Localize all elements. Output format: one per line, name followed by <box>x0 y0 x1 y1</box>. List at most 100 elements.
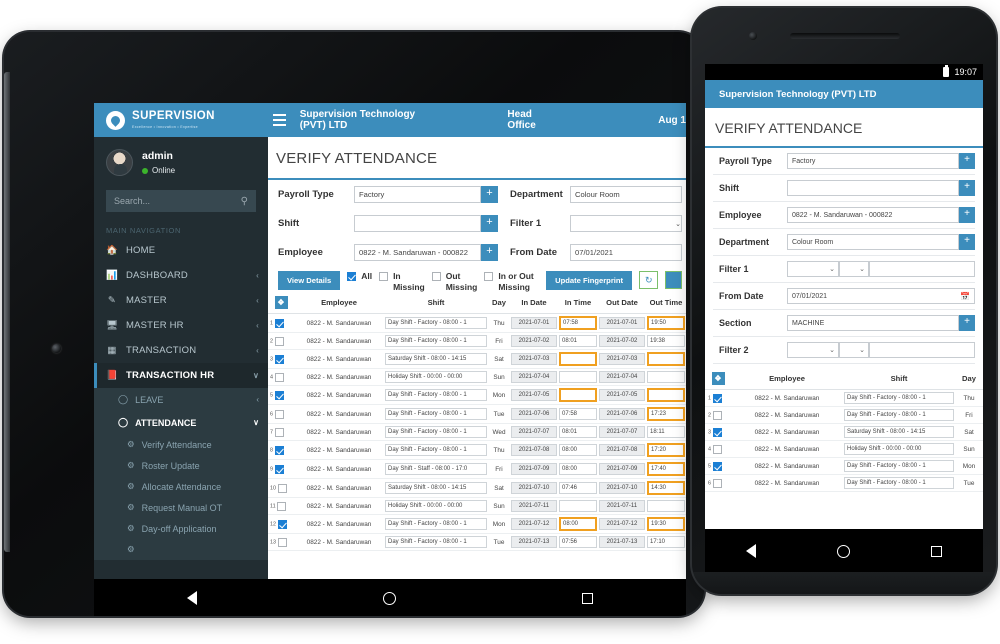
phone-shift-field[interactable]: Day Shift - Factory - 08:00 - 1 <box>844 409 954 421</box>
phone-row-checkbox[interactable] <box>712 428 722 437</box>
phone-field-input[interactable]: 0822 - M. Sandaruwan - 000822 <box>787 207 959 223</box>
row-select-cell[interactable]: 5 <box>268 385 294 406</box>
phone-field-input[interactable] <box>787 180 959 196</box>
phone-table-row[interactable]: 6 0822 - M. Sandaruwan Day Shift - Factor… <box>705 474 983 492</box>
shift-field[interactable]: Day Shift - Factory - 08:00 - 1 <box>385 389 487 402</box>
extra-action-button[interactable] <box>665 271 682 289</box>
sidebar-link-day-off-application[interactable]: ⚙ Day-off Application <box>94 518 268 539</box>
department-input[interactable]: Colour Room <box>570 186 682 203</box>
phone-field-input[interactable]: Colour Room <box>787 234 959 250</box>
shift-add-button[interactable]: + <box>481 215 498 232</box>
table-row[interactable]: 10 0822 - M. Sandaruwan Saturday Shift - … <box>268 478 686 499</box>
table-row[interactable]: 13 0822 - M. Sandaruwan Day Shift - Facto… <box>268 533 686 552</box>
in-time-field[interactable]: 08:00 <box>559 463 597 476</box>
sidebar-item-dashboard[interactable]: 📊 DASHBOARD ‹ <box>94 263 268 288</box>
phone-table-row[interactable]: 1 0822 - M. Sandaruwan Day Shift - Factor… <box>705 389 983 407</box>
table-row[interactable]: 3 0822 - M. Sandaruwan Saturday Shift - 0… <box>268 349 686 370</box>
phone-field-add-button[interactable]: + <box>959 234 975 250</box>
out-time-field[interactable] <box>647 388 685 403</box>
row-checkbox[interactable] <box>274 355 284 365</box>
filter-out-missing[interactable]: Out Missing <box>431 271 477 292</box>
home-circle-icon[interactable] <box>383 591 396 605</box>
in-time-field[interactable]: 07:46 <box>559 482 597 495</box>
phone-table-row[interactable]: 5 0822 - M. Sandaruwan Day Shift - Factor… <box>705 457 983 475</box>
back-icon[interactable] <box>745 544 756 558</box>
phone-shift-field[interactable]: Holiday Shift - 00:00 - 00:00 <box>844 443 954 455</box>
out-time-field[interactable]: 17:40 <box>647 462 685 477</box>
sidebar-item-master[interactable]: ✎ MASTER ‹ <box>94 288 268 313</box>
out-time-field[interactable] <box>647 352 685 367</box>
phone-row-select-cell[interactable]: 6 <box>705 474 731 492</box>
row-select-cell[interactable]: 8 <box>268 440 294 461</box>
in-time-field[interactable] <box>559 388 597 403</box>
phone-filter-select-b[interactable]: ⌄ <box>839 261 869 277</box>
phone-row-select-cell[interactable]: 3 <box>705 423 731 441</box>
phone-row-checkbox[interactable] <box>712 462 722 471</box>
row-checkbox[interactable] <box>274 446 284 456</box>
phone-field-add-button[interactable]: + <box>959 153 975 169</box>
out-time-field[interactable]: 17:23 <box>647 407 685 422</box>
shift-field[interactable]: Holiday Shift - 00:00 - 00:00 <box>385 371 487 384</box>
shift-field[interactable]: Day Shift - Factory - 08:00 - 1 <box>385 518 487 531</box>
shift-field[interactable]: Day Shift - Staff - 08:00 - 17:0 <box>385 463 487 476</box>
phone-row-checkbox[interactable] <box>712 445 722 454</box>
phone-row-select-cell[interactable]: 2 <box>705 406 731 424</box>
table-row[interactable]: 2 0822 - M. Sandaruwan Day Shift - Factor… <box>268 332 686 351</box>
sidebar-link-partial[interactable]: ⚙ <box>94 539 268 560</box>
out-time-field[interactable]: 19:30 <box>647 517 685 532</box>
row-select-cell[interactable]: 10 <box>268 478 294 499</box>
shift-field[interactable]: Day Shift - Factory - 08:00 - 1 <box>385 408 487 421</box>
row-checkbox[interactable] <box>277 502 287 512</box>
back-icon[interactable] <box>187 591 197 605</box>
in-time-field[interactable] <box>559 352 597 367</box>
table-row[interactable]: 1 0822 - M. Sandaruwan Day Shift - Factor… <box>268 313 686 334</box>
phone-row-select-cell[interactable]: 4 <box>705 440 731 458</box>
row-checkbox[interactable] <box>274 319 284 329</box>
out-time-field[interactable] <box>647 371 685 384</box>
row-checkbox[interactable] <box>277 538 287 548</box>
phone-shift-field[interactable]: Day Shift - Factory - 08:00 - 1 <box>844 460 954 472</box>
expand-icon[interactable]: ❖ <box>711 372 725 385</box>
expand-icon[interactable]: ❖ <box>274 296 288 310</box>
home-circle-icon[interactable] <box>836 544 850 558</box>
row-checkbox[interactable] <box>274 410 284 420</box>
phone-filter-text[interactable] <box>869 261 975 277</box>
in-missing-checkbox[interactable] <box>379 272 389 281</box>
phone-row-checkbox[interactable] <box>712 394 722 403</box>
in-time-field[interactable]: 08:01 <box>559 335 597 348</box>
row-select-cell[interactable]: 3 <box>268 349 294 370</box>
shift-field[interactable]: Saturday Shift - 08:00 - 14:15 <box>385 353 487 366</box>
out-time-field[interactable]: 14:30 <box>647 481 685 496</box>
filter-in-or-out-missing[interactable]: In or Out Missing <box>484 271 539 292</box>
phone-field-add-button[interactable]: + <box>959 180 975 196</box>
refresh-icon[interactable]: ↻ <box>639 271 659 289</box>
shift-input[interactable] <box>354 215 481 232</box>
sidebar-item-transaction-hr[interactable]: 📕 TRANSACTION HR ∨ <box>94 363 268 388</box>
sidebar-link-request-manual-ot[interactable]: ⚙ Request Manual OT <box>94 497 268 518</box>
table-row[interactable]: 12 0822 - M. Sandaruwan Day Shift - Facto… <box>268 514 686 535</box>
row-select-cell[interactable]: 2 <box>268 332 294 351</box>
phone-filter-select-a[interactable]: ⌄ <box>787 261 839 277</box>
sidebar-item-master-hr[interactable]: 🖥 MASTER HR ‹ <box>94 313 268 338</box>
row-checkbox[interactable] <box>277 520 287 530</box>
phone-row-checkbox[interactable] <box>712 411 722 420</box>
user-panel[interactable]: admin Online <box>94 137 268 186</box>
shift-field[interactable]: Day Shift - Factory - 08:00 - 1 <box>385 426 487 439</box>
sidebar-link-roster-update[interactable]: ⚙ Roster Update <box>94 455 268 476</box>
phone-table-row[interactable]: 4 0822 - M. Sandaruwan Holiday Shift - 00… <box>705 440 983 458</box>
in-time-field[interactable]: 07:56 <box>559 536 597 549</box>
table-row[interactable]: 11 0822 - M. Sandaruwan Holiday Shift - 0… <box>268 497 686 516</box>
row-checkbox[interactable] <box>274 373 284 383</box>
row-select-cell[interactable]: 12 <box>268 514 294 535</box>
table-row[interactable]: 7 0822 - M. Sandaruwan Day Shift - Factor… <box>268 423 686 442</box>
phone-row-select-cell[interactable]: 1 <box>705 389 731 407</box>
out-time-field[interactable]: 18:11 <box>647 426 685 439</box>
row-select-cell[interactable]: 4 <box>268 368 294 387</box>
phone-filter-select-a[interactable]: ⌄ <box>787 342 839 358</box>
search-input[interactable]: Search... ⚲ <box>106 190 256 212</box>
phone-field-add-button[interactable]: + <box>959 315 975 331</box>
filter-all[interactable]: All <box>347 271 372 282</box>
shift-field[interactable]: Saturday Shift - 08:00 - 14:15 <box>385 482 487 495</box>
all-checkbox[interactable] <box>347 272 357 281</box>
sidebar-item-transaction[interactable]: ▦ TRANSACTION ‹ <box>94 338 268 363</box>
